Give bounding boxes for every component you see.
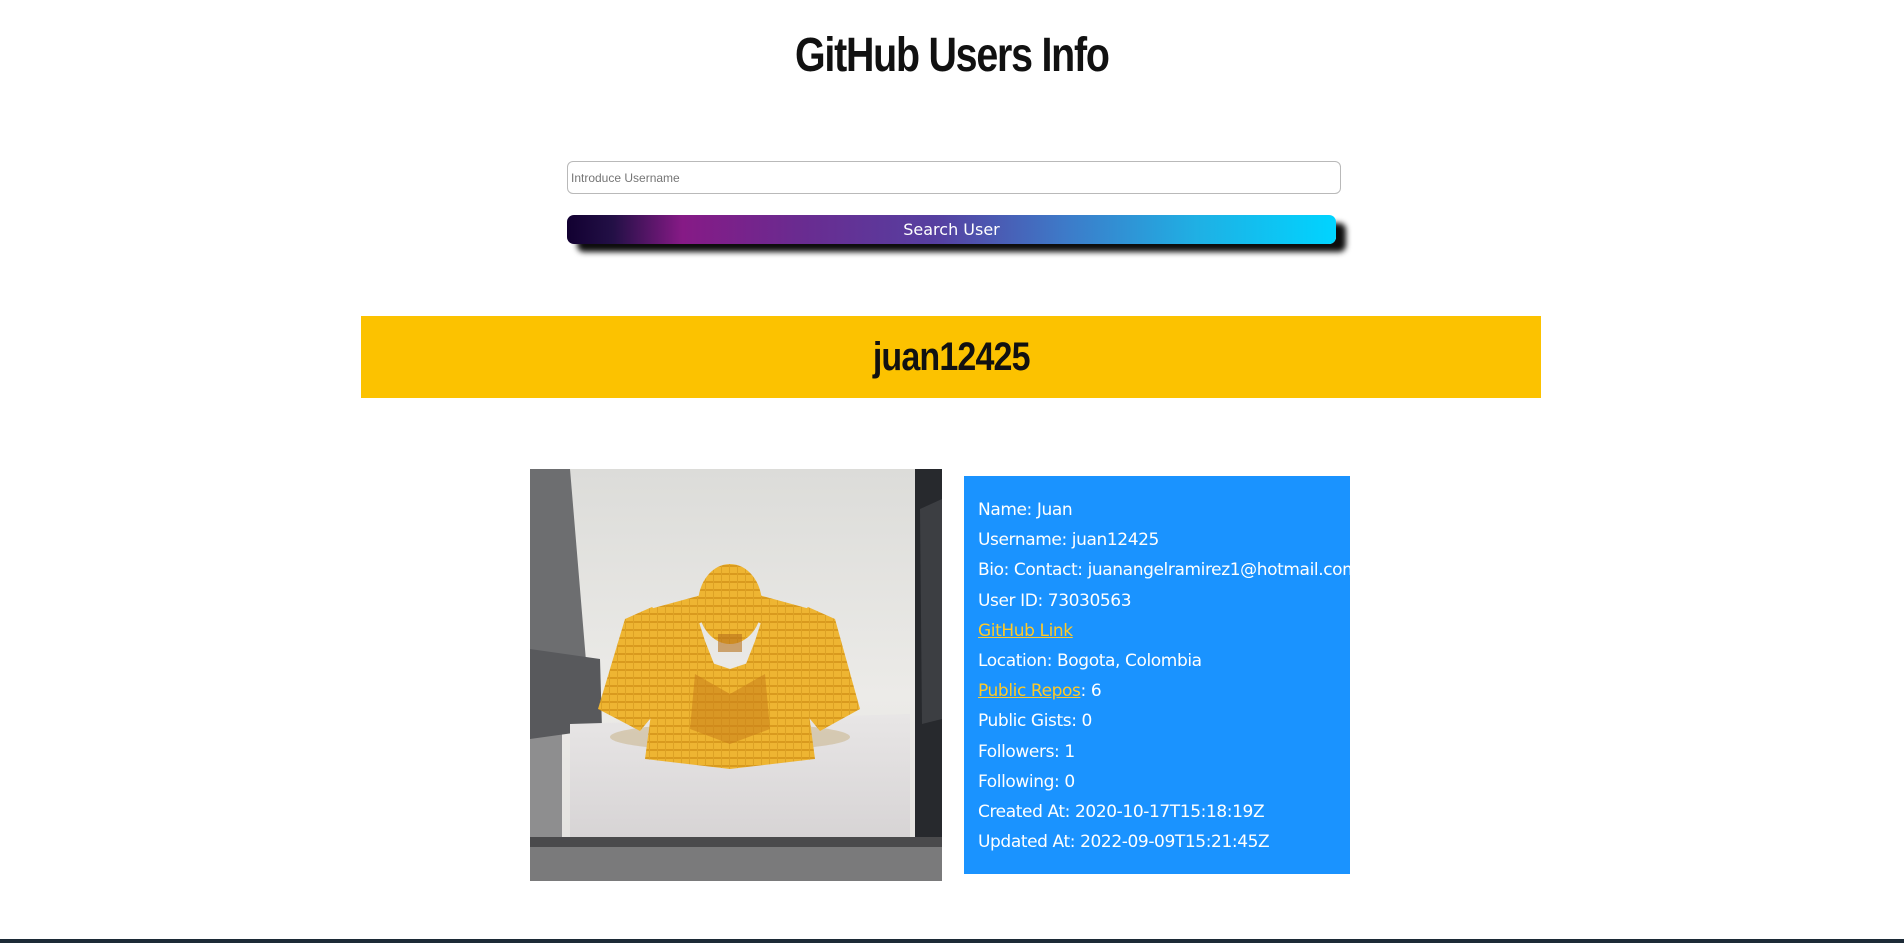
info-public-gists: Public Gists: 0 xyxy=(978,708,1350,738)
username-label: Username: xyxy=(978,530,1072,551)
created-at-value: 2020-10-17T15:18:19Z xyxy=(1075,801,1265,822)
following-label: Following: xyxy=(978,771,1065,792)
info-updated-at: Updated At: 2022-09-09T15:21:45Z xyxy=(978,829,1350,859)
bio-label: Bio: xyxy=(978,560,1014,581)
info-name: Name: Juan xyxy=(978,497,1350,527)
search-user-button[interactable]: Search User xyxy=(567,215,1336,244)
info-location: Location: Bogota, Colombia xyxy=(978,648,1350,678)
footer-bar xyxy=(0,939,1904,943)
page-title: GitHub Users Info xyxy=(794,29,1110,82)
location-label: Location: xyxy=(978,650,1058,671)
name-label: Name: xyxy=(978,500,1037,520)
user-info-card: Name: Juan Username: juan12425 Bio: Cont… xyxy=(964,476,1359,874)
public-gists-value: 0 xyxy=(1081,711,1093,732)
user-id-value: 73030563 xyxy=(1047,590,1132,611)
info-bio: Bio: Contact: juanangelramirez1@hotmail.… xyxy=(978,557,1359,587)
username-heading: juan12425 xyxy=(872,334,1031,379)
info-created-at: Created At: 2020-10-17T15:18:19Z xyxy=(978,799,1350,829)
created-at-label: Created At: xyxy=(978,801,1076,822)
info-followers: Followers: 1 xyxy=(978,739,1350,769)
public-repos-value: : 6 xyxy=(1080,681,1102,702)
user-avatar xyxy=(530,469,942,881)
info-following: Following: 0 xyxy=(978,769,1350,799)
updated-at-value: 2022-09-09T15:21:45Z xyxy=(1080,832,1270,853)
avatar-image xyxy=(530,469,942,881)
page: GitHub Users Info Search User juan12425 xyxy=(0,0,1904,943)
info-github-link: GitHub Link xyxy=(978,618,1350,648)
location-value: Bogota, Colombia xyxy=(1057,650,1202,671)
info-username: Username: juan12425 xyxy=(978,527,1350,557)
followers-value: 1 xyxy=(1064,741,1075,762)
github-link[interactable]: GitHub Link xyxy=(978,621,1073,641)
public-repos-link[interactable]: Public Repos xyxy=(978,681,1081,701)
name-value: Juan xyxy=(1036,500,1073,520)
username-value: juan12425 xyxy=(1071,530,1160,551)
bio-value: Contact: juanangelramirez1@hotmail.com xyxy=(1013,560,1359,581)
info-user-id: User ID: 73030563 xyxy=(978,588,1350,618)
public-gists-label: Public Gists: xyxy=(978,711,1082,732)
followers-label: Followers: xyxy=(978,741,1065,762)
info-public-repos: Public Repos: 6 xyxy=(978,678,1350,708)
user-id-label: User ID: xyxy=(978,590,1048,611)
username-search-input[interactable] xyxy=(567,161,1341,194)
following-value: 0 xyxy=(1064,771,1075,792)
username-banner: juan12425 xyxy=(361,316,1541,398)
updated-at-label: Updated At: xyxy=(978,832,1081,853)
